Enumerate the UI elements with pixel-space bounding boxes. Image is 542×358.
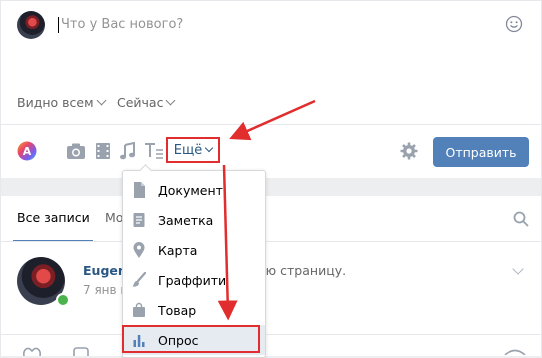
send-button[interactable]: Отправить [433, 137, 529, 167]
menu-item-note[interactable]: Заметка [123, 205, 265, 235]
tab-all-posts[interactable]: Все записи [17, 210, 90, 225]
online-indicator [56, 293, 70, 307]
menu-item-graffiti[interactable]: Граффити [123, 265, 265, 295]
svg-text:A: A [23, 145, 32, 158]
menu-item-label: Карта [158, 243, 198, 258]
post-date[interactable]: 7 янв в [83, 283, 127, 297]
chevron-down-icon [204, 143, 214, 153]
menu-item-label: Граффити [158, 273, 227, 288]
menu-item-poll[interactable]: Опрос [123, 325, 265, 355]
poll-icon [133, 335, 145, 347]
chevron-down-icon [166, 95, 176, 106]
more-attachments-button[interactable]: Ещё [166, 137, 220, 163]
menu-item-label: Заметка [158, 213, 214, 228]
menu-item-label: Опрос [158, 333, 199, 348]
post-actions-divider [1, 334, 541, 335]
video-icon[interactable] [92, 140, 114, 162]
menu-item-document[interactable]: Документ [123, 175, 265, 205]
tab-my-posts[interactable]: Мо [105, 210, 123, 225]
feed-divider [1, 241, 541, 242]
time-label: Сейчас [117, 95, 164, 110]
chevron-down-icon [96, 95, 106, 106]
camera-icon[interactable] [65, 140, 87, 162]
color-palette-icon[interactable]: A [16, 140, 38, 162]
attachments-dropdown: Документ Заметка Карта Граффити Товар Оп… [122, 170, 266, 358]
post-text: ою страницу. [258, 263, 347, 278]
bag-icon [133, 302, 145, 317]
composer-divider [1, 124, 541, 125]
menu-item-map[interactable]: Карта [123, 235, 265, 265]
music-icon[interactable] [117, 140, 139, 162]
brush-icon [132, 272, 146, 287]
menu-item-product[interactable]: Товар [123, 295, 265, 325]
time-selector[interactable]: Сейчас [117, 95, 176, 110]
note-icon [133, 213, 145, 227]
post-input-placeholder[interactable]: Что у Вас нового? [61, 17, 183, 32]
more-label: Ещё [173, 142, 203, 158]
like-icon[interactable] [22, 346, 42, 356]
text-caret [58, 17, 59, 33]
map-pin-icon [133, 242, 145, 258]
document-icon [134, 182, 145, 198]
gear-icon[interactable] [400, 142, 418, 160]
views-icon [504, 349, 526, 355]
comment-icon[interactable] [72, 347, 90, 356]
privacy-selector[interactable]: Видно всем [17, 95, 106, 110]
user-avatar[interactable] [17, 11, 45, 39]
menu-item-label: Товар [158, 303, 197, 318]
search-icon[interactable] [513, 211, 529, 227]
menu-item-label: Документ [158, 183, 223, 198]
emoji-icon[interactable] [505, 15, 523, 33]
privacy-label: Видно всем [17, 95, 94, 110]
text-format-icon[interactable] [143, 140, 165, 162]
